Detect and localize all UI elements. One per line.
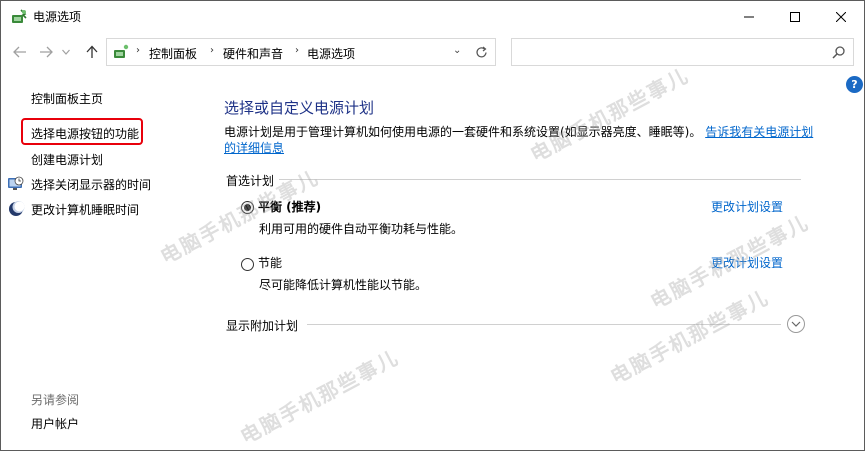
- minimize-button[interactable]: [726, 1, 772, 32]
- close-icon: [836, 11, 846, 22]
- search-icon: [832, 46, 845, 59]
- help-button[interactable]: ?: [846, 76, 863, 93]
- see-also-heading: 另请参阅: [31, 393, 80, 407]
- sidebar-item-create-power-plan[interactable]: 创建电源计划: [31, 151, 103, 168]
- breadcrumb-separator-icon: ›: [210, 45, 214, 56]
- moon-icon: [9, 201, 25, 216]
- breadcrumb-separator-icon: ›: [295, 45, 299, 56]
- control-panel-icon: [114, 44, 129, 58]
- arrow-up-icon: [86, 45, 98, 58]
- preferred-plans-heading: 首选计划: [226, 174, 275, 188]
- chevron-down-icon: [791, 321, 801, 327]
- maximize-button[interactable]: [772, 1, 818, 32]
- recent-locations-button[interactable]: [59, 41, 73, 63]
- show-additional-plans-heading: 显示附加计划: [226, 319, 299, 333]
- breadcrumb-hardware-sound[interactable]: 硬件和声音: [223, 45, 283, 62]
- plan-balanced-radio[interactable]: [241, 201, 254, 214]
- search-input[interactable]: [511, 38, 854, 66]
- expand-additional-plans-button[interactable]: [787, 315, 805, 333]
- close-button[interactable]: [818, 1, 864, 32]
- title-bar: 电源选项: [1, 1, 864, 32]
- description-text: 电源计划是用于管理计算机如何使用电源的一套硬件和系统设置(如显示器亮度、睡眠等)…: [224, 125, 702, 139]
- sidebar-item-display-off-time[interactable]: 选择关闭显示器的时间: [8, 176, 152, 193]
- plan-power-saver-name[interactable]: 节能: [258, 254, 282, 271]
- refresh-button[interactable]: [467, 38, 496, 66]
- breadcrumb-power-options[interactable]: 电源选项: [307, 45, 355, 62]
- power-options-app-icon: [12, 9, 27, 23]
- control-panel-home-link[interactable]: 控制面板主页: [31, 90, 103, 107]
- divider: [307, 324, 781, 325]
- plan-power-saver-change-settings-link[interactable]: 更改计划设置: [711, 254, 783, 271]
- sidebar-item-sleep-time[interactable]: 更改计算机睡眠时间: [9, 201, 140, 218]
- watermark: 电脑手机那些事儿: [606, 284, 774, 389]
- plan-power-saver-radio[interactable]: [241, 258, 254, 271]
- plan-power-saver-description: 尽可能降低计算机性能以节能。: [259, 278, 428, 292]
- arrow-right-icon: [40, 46, 53, 58]
- window-title: 电源选项: [33, 10, 82, 24]
- sidebar-item-power-button-function[interactable]: 选择电源按钮的功能: [31, 125, 139, 142]
- arrow-left-icon: [13, 46, 26, 58]
- forward-button[interactable]: [35, 41, 57, 63]
- display-clock-icon: [8, 176, 24, 190]
- address-bar[interactable]: › 控制面板 › 硬件和声音 › 电源选项 ⌄: [106, 38, 496, 66]
- maximize-icon: [790, 11, 800, 22]
- left-pane: 控制面板主页 选择电源按钮的功能 创建电源计划 选择关闭显示器的时间 更改计算机…: [1, 72, 206, 450]
- sidebar-item-label: 更改计算机睡眠时间: [31, 203, 140, 217]
- watermark: 电脑手机那些事儿: [236, 344, 404, 449]
- back-button[interactable]: [9, 41, 31, 63]
- plan-balanced-change-settings-link[interactable]: 更改计划设置: [711, 198, 783, 215]
- plan-balanced-name[interactable]: 平衡 (推荐): [258, 198, 321, 215]
- navigation-bar: › 控制面板 › 硬件和声音 › 电源选项 ⌄: [1, 32, 864, 72]
- address-dropdown-icon[interactable]: ⌄: [453, 45, 461, 56]
- minimize-icon: [744, 16, 754, 17]
- plan-balanced-description: 利用可用的硬件自动平衡功耗与性能。: [259, 222, 464, 236]
- page-title: 选择或自定义电源计划: [224, 99, 375, 117]
- user-accounts-link[interactable]: 用户帐户: [31, 415, 79, 432]
- divider: [279, 179, 801, 180]
- breadcrumb-separator-icon: ›: [136, 45, 140, 56]
- refresh-icon: [475, 46, 487, 57]
- breadcrumb-control-panel[interactable]: 控制面板: [149, 45, 197, 62]
- power-options-window: 电源选项 › 控制面板 › 硬件和声音 › 电源选项 ⌄ ? 控制面板主页 选择…: [0, 0, 865, 451]
- page-description: 电源计划是用于管理计算机如何使用电源的一套硬件和系统设置(如显示器亮度、睡眠等)…: [224, 124, 814, 156]
- sidebar-item-label: 选择关闭显示器的时间: [31, 178, 152, 192]
- chevron-down-icon: [62, 49, 70, 55]
- up-button[interactable]: [81, 41, 103, 63]
